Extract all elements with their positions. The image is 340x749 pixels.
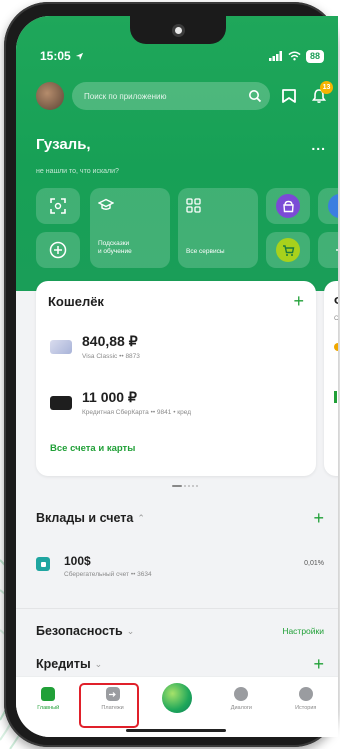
nav-assistant[interactable] xyxy=(149,683,205,713)
hints-label-line2: и обучение xyxy=(98,248,132,255)
deposit-amount: 100$ xyxy=(64,554,91,568)
small-plus-icon xyxy=(336,249,338,251)
side-card-dot-icon xyxy=(334,343,338,351)
credits-title: Кредиты xyxy=(36,657,91,671)
hints-tile[interactable]: Подсказки и обучение xyxy=(90,188,170,268)
nav-history[interactable]: История xyxy=(278,687,334,711)
hints-label-line1: Подсказки xyxy=(98,240,130,247)
wallet-account-row[interactable]: 11 000 ₽ Кредитная СберКарта •• 9841 • к… xyxy=(50,389,191,416)
side-card-title: Ф xyxy=(334,293,338,308)
chevron-up-icon: ⌃ xyxy=(137,512,145,523)
clock-icon xyxy=(298,687,313,701)
deposits-add-button[interactable]: + xyxy=(313,509,324,527)
visa-card-icon xyxy=(50,339,72,354)
top-bar: Поиск по приложению 13 xyxy=(36,80,333,112)
avatar[interactable] xyxy=(36,82,64,110)
more-options-button[interactable]: ... xyxy=(311,137,326,153)
wallet-card: Кошелёк + 840,88 ₽ Visa Classic •• 8873 … xyxy=(36,281,316,476)
nav-dialogs[interactable]: Диалоги xyxy=(213,687,269,711)
app-screen: 15:05 88 Поиск по приложению 13 Гузаль, … xyxy=(16,16,338,737)
search-input[interactable]: Поиск по приложению xyxy=(72,82,270,110)
deposits-header[interactable]: Вклады и счета ⌃ + xyxy=(36,509,324,527)
phone-notch xyxy=(130,16,226,44)
plus-circle-icon xyxy=(49,241,67,259)
bookmark-flag-icon xyxy=(282,89,296,103)
nav-home-label: Главный xyxy=(37,705,60,711)
all-services-label: Все сервисы xyxy=(186,248,225,255)
signal-icon xyxy=(268,51,282,61)
nav-payments[interactable]: Платежи xyxy=(78,683,141,728)
search-icon xyxy=(249,90,262,103)
shopping-bag-tile[interactable] xyxy=(266,188,310,224)
service-icon xyxy=(328,194,338,218)
cart-tile[interactable] xyxy=(266,232,310,268)
notifications-button[interactable]: 13 xyxy=(308,81,333,107)
wallet-title: Кошелёк xyxy=(48,293,104,309)
greeting-row: Гузаль, ... xyxy=(36,136,326,153)
camera-icon xyxy=(171,23,185,37)
wallet-account-row[interactable]: 840,88 ₽ Visa Classic •• 8873 xyxy=(50,333,140,360)
wallet-add-button[interactable]: + xyxy=(293,292,304,310)
status-bar: 15:05 88 xyxy=(40,48,324,64)
phone-frame: 15:05 88 Поиск по приложению 13 Гузаль, … xyxy=(4,2,338,747)
nav-home[interactable]: Главный xyxy=(20,687,76,711)
deposit-rate: 0,01% xyxy=(304,560,324,567)
qr-scan-tile[interactable] xyxy=(36,188,80,224)
chat-bubble-icon xyxy=(234,687,249,701)
side-card-bar-icon xyxy=(334,391,337,403)
all-accounts-link[interactable]: Все счета и карты xyxy=(50,443,135,454)
section-divider xyxy=(16,608,338,609)
chevron-down-icon: ⌄ xyxy=(94,658,103,669)
location-arrow-icon xyxy=(75,52,83,60)
shopping-bag-icon xyxy=(276,194,300,218)
deposit-subtitle: Сберегательный счет •• 3634 xyxy=(64,571,152,578)
wifi-icon xyxy=(288,51,301,61)
security-title: Безопасность xyxy=(36,624,123,638)
status-time: 15:05 xyxy=(40,49,71,63)
offers-button[interactable] xyxy=(278,85,300,107)
greeting-title: Гузаль, xyxy=(36,136,91,153)
security-row[interactable]: Безопасность ⌄ Настройки xyxy=(36,624,324,638)
security-settings-link[interactable]: Настройки xyxy=(282,626,324,636)
all-services-tile[interactable]: Все сервисы xyxy=(178,188,258,268)
extra-service-tile[interactable] xyxy=(318,188,338,224)
cart-icon xyxy=(276,238,300,262)
credit-card-icon xyxy=(50,395,72,410)
battery-indicator: 88 xyxy=(305,49,324,63)
home-indicator xyxy=(126,729,226,732)
extra-plus-tile[interactable] xyxy=(318,232,338,268)
nav-dialogs-label: Диалоги xyxy=(230,705,252,711)
side-card[interactable]: Ф Се xyxy=(324,281,338,476)
side-card-subtitle: Се xyxy=(334,315,338,322)
home-icon xyxy=(41,687,56,701)
graduation-cap-icon xyxy=(98,198,114,210)
savings-account-icon xyxy=(36,557,50,571)
add-tile[interactable] xyxy=(36,232,80,268)
chevron-down-icon: ⌄ xyxy=(126,625,135,636)
grid-icon xyxy=(186,198,201,213)
deposit-row[interactable]: 100$ Сберегательный счет •• 3634 0,01% xyxy=(36,554,324,578)
pager-dots xyxy=(172,485,198,487)
greeting-subtitle: не нашли то, что искали? xyxy=(36,168,119,175)
notification-badge: 13 xyxy=(320,81,333,94)
deposits-title: Вклады и счета xyxy=(36,511,134,525)
nav-history-label: История xyxy=(295,705,317,711)
bottom-navigation: Главный Платежи Диалоги История xyxy=(16,676,338,737)
payments-highlight-box xyxy=(78,683,139,728)
qr-scan-icon xyxy=(50,198,66,214)
account-subtitle: Visa Classic •• 8873 xyxy=(82,353,140,360)
credits-row[interactable]: Кредиты ⌄ + xyxy=(36,655,324,673)
account-subtitle: Кредитная СберКарта •• 9841 • кред xyxy=(82,409,192,416)
account-amount: 840,88 ₽ xyxy=(82,333,138,349)
search-placeholder: Поиск по приложению xyxy=(84,91,167,101)
account-amount: 11 000 ₽ xyxy=(82,389,137,405)
credits-add-button[interactable]: + xyxy=(313,655,324,673)
assistant-orb-icon xyxy=(161,683,192,713)
